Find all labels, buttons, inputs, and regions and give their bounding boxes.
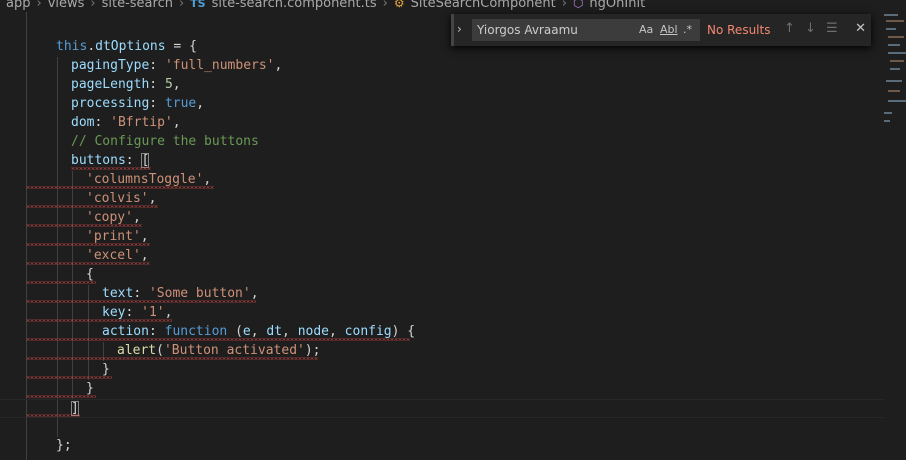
code-token: dt — [266, 324, 283, 339]
code-token: dom — [71, 115, 95, 130]
code-line[interactable]: this.dtOptions = { — [56, 37, 197, 56]
code-token: processing — [71, 96, 150, 111]
code-token: e — [242, 324, 251, 339]
code-line[interactable]: }; — [56, 436, 72, 455]
code-token: 'full_numbers' — [164, 58, 275, 73]
minimap[interactable] — [884, 0, 906, 460]
breadcrumb-item-site-search[interactable]: site-search — [102, 0, 173, 11]
find-in-selection-icon[interactable]: ☰ — [826, 21, 838, 36]
code-line[interactable]: processing: true, — [71, 94, 204, 113]
chevron-right-icon: › — [178, 0, 185, 11]
breadcrumb-item-file[interactable]: site-search.component.ts — [212, 0, 377, 11]
find-status: No Results — [707, 23, 771, 37]
code-line[interactable]: dom: 'Bfrtip', — [71, 113, 181, 132]
error-squiggle — [26, 281, 96, 284]
code-token: this — [56, 39, 88, 54]
code-token: 'colvis' — [86, 191, 149, 206]
code-token: pageLength — [71, 77, 150, 92]
error-squiggle — [26, 357, 318, 360]
code-token: function — [164, 324, 228, 339]
code-token: pagingType — [71, 58, 150, 73]
code-token: config — [344, 324, 392, 339]
code-token: 'Button activated' — [163, 343, 305, 358]
code-token: 'columnsToggle' — [86, 172, 204, 187]
code-token: alert — [117, 343, 157, 358]
breadcrumb-item-views[interactable]: views — [48, 0, 85, 11]
code-comment: // Configure the buttons — [71, 134, 259, 149]
code-token: 'copy' — [86, 210, 133, 225]
code-token: action — [102, 324, 149, 339]
match-case-toggle[interactable]: Aa — [639, 23, 653, 36]
code-line[interactable]: // Configure the buttons — [71, 132, 259, 151]
class-icon: ⚙ — [393, 0, 405, 10]
chevron-right-icon: › — [561, 0, 567, 11]
typescript-file-icon: TS — [190, 0, 206, 10]
code-token: 5 — [164, 77, 173, 92]
code-token: text — [102, 286, 134, 301]
code-token: '1' — [141, 305, 165, 320]
chevron-right-icon[interactable]: › — [457, 22, 462, 36]
find-widget: › Yiorgos Avraamu Aa Abl .* No Results ↑… — [451, 14, 871, 46]
method-icon: ⬡ — [572, 0, 584, 10]
arrow-up-icon[interactable]: ↑ — [784, 21, 795, 36]
code-token: node — [297, 324, 330, 339]
chevron-right-icon: › — [90, 0, 96, 11]
code-line[interactable]: pageLength: 5, — [71, 75, 181, 94]
regex-toggle[interactable]: .* — [683, 23, 692, 36]
breadcrumb: app › views › site-search › TS site-sear… — [0, 0, 906, 12]
arrow-down-icon[interactable]: ↓ — [805, 21, 816, 36]
code-token: dtOptions — [95, 39, 166, 54]
close-icon[interactable]: ✕ — [855, 21, 866, 36]
code-token: key — [102, 305, 126, 320]
whole-word-toggle[interactable]: Abl — [660, 23, 678, 36]
code-token: true — [164, 96, 197, 111]
breadcrumb-item-class[interactable]: SiteSearchComponent — [411, 0, 556, 11]
code-token: 'Bfrtip' — [110, 115, 173, 130]
chevron-right-icon: › — [36, 0, 42, 11]
code-token: 'Some button' — [148, 286, 251, 301]
code-token: 'excel' — [86, 248, 141, 263]
error-squiggle — [26, 414, 80, 417]
bracket-match: [ — [141, 153, 150, 168]
chevron-right-icon: › — [382, 0, 388, 11]
indent-guide — [26, 12, 27, 460]
error-squiggle — [26, 395, 96, 398]
current-line-highlight — [0, 399, 884, 418]
breadcrumb-item-method[interactable]: ngOnInit — [589, 0, 645, 11]
breadcrumb-item-app[interactable]: app — [6, 0, 30, 11]
indent-guide — [57, 57, 58, 437]
code-line[interactable]: pagingType: 'full_numbers', — [71, 56, 282, 75]
code-editor[interactable]: app › views › site-search › TS site-sear… — [0, 0, 884, 460]
code-token: buttons — [71, 153, 126, 168]
code-token: 'print' — [86, 229, 141, 244]
error-squiggle — [26, 376, 112, 379]
